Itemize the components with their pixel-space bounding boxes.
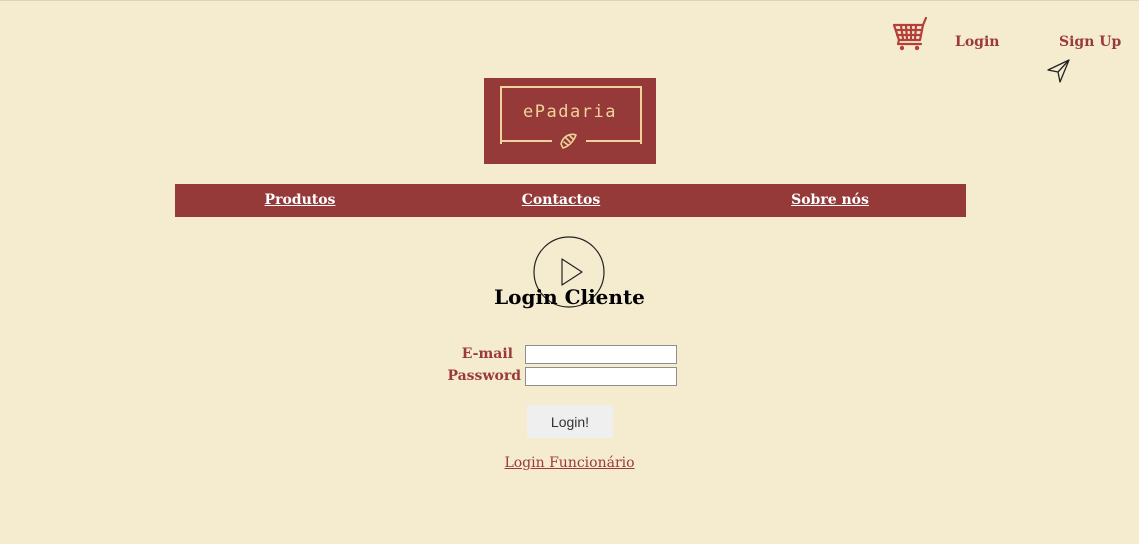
main-nav: Produtos Contactos Sobre nós (175, 184, 966, 217)
logo-text: ePadaria (523, 102, 617, 122)
password-label: Password (447, 368, 521, 384)
password-field[interactable] (525, 367, 677, 386)
brand-logo: ePadaria (484, 78, 656, 164)
worker-login-link: Login Funcionário (0, 455, 1139, 471)
page-title: Login Cliente (494, 285, 645, 309)
nav-item-produtos[interactable]: Produtos (265, 192, 336, 208)
login-submit-button[interactable]: Login! (527, 405, 613, 438)
top-border (0, 0, 1139, 1)
logo-frame-line (586, 140, 640, 142)
worker-login-link-text[interactable]: Login Funcionário (504, 455, 634, 471)
email-label: E-mail (461, 346, 513, 362)
login-link[interactable]: Login (955, 34, 999, 50)
logo-frame-line (500, 140, 552, 142)
shopping-cart-icon[interactable] (892, 16, 928, 52)
nav-item-sobre-nos[interactable]: Sobre nós (791, 192, 869, 208)
nav-item-contactos[interactable]: Contactos (522, 192, 600, 208)
signup-link[interactable]: Sign Up (1059, 34, 1121, 50)
send-arrow-icon (1047, 59, 1070, 83)
croissant-icon (560, 133, 577, 149)
email-field[interactable] (525, 345, 677, 364)
